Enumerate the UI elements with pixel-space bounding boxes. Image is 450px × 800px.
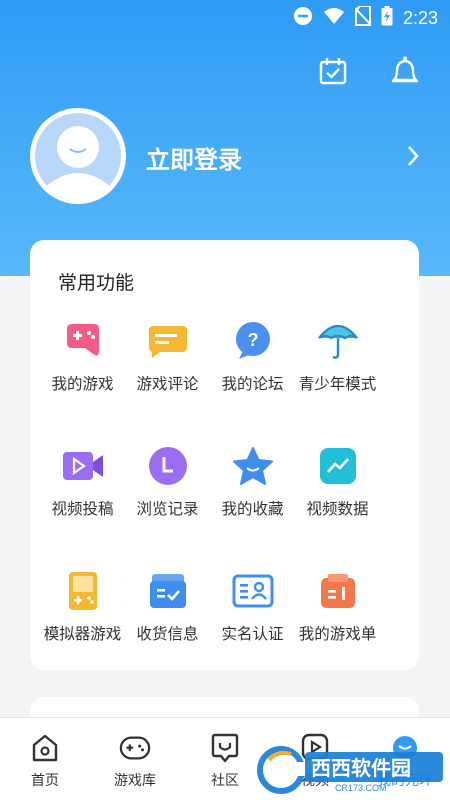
- feature-label: 模拟器游戏: [43, 625, 122, 643]
- feature-my-forum[interactable]: ? 我的论坛: [210, 314, 295, 439]
- clock-icon: [147, 445, 189, 487]
- tab-label: 社区: [211, 773, 239, 789]
- watermark-subtext: CR173.COM: [335, 783, 387, 793]
- game-library-icon: [119, 732, 151, 764]
- profile-login-row[interactable]: 立即登录: [30, 108, 430, 204]
- feature-teen-mode[interactable]: 青少年模式: [295, 314, 380, 439]
- feature-game-reviews[interactable]: 游戏评论: [125, 314, 210, 439]
- feature-label: 我的游戏单: [298, 625, 377, 643]
- umbrella-icon: [317, 320, 359, 362]
- feature-video-submit[interactable]: 视频投稿: [40, 439, 125, 564]
- comment-icon: [147, 320, 189, 362]
- do-not-disturb-icon: [293, 6, 313, 30]
- feature-label: 浏览记录: [136, 500, 199, 518]
- feature-label: 我的论坛: [221, 375, 284, 393]
- watermark-text: 西西软件园: [311, 756, 411, 780]
- feature-label: 游戏评论: [136, 375, 199, 393]
- tab-game-library[interactable]: 游戏库: [90, 718, 180, 800]
- feature-browse-history[interactable]: 浏览记录: [125, 439, 210, 564]
- tab-home[interactable]: 首页: [0, 718, 90, 800]
- feature-label: 我的游戏: [51, 375, 114, 393]
- calendar-checkin-button[interactable]: [316, 56, 350, 90]
- feature-label: 收货信息: [136, 625, 199, 643]
- bell-icon: [389, 55, 421, 91]
- calendar-check-icon: [318, 56, 348, 90]
- battery-charging-icon: [381, 6, 393, 30]
- login-label[interactable]: 立即登录: [146, 140, 242, 175]
- feature-my-favorites[interactable]: 我的收藏: [210, 439, 295, 564]
- chart-icon: [317, 445, 359, 487]
- feature-my-games[interactable]: 我的游戏: [40, 314, 125, 439]
- star-icon: [232, 445, 274, 487]
- feature-real-name-auth[interactable]: 实名认证: [210, 564, 295, 689]
- section-title: 常用功能: [58, 272, 135, 294]
- game-list-icon: [317, 570, 359, 612]
- wifi-icon: [323, 7, 345, 29]
- no-sim-icon: [354, 5, 372, 30]
- feature-shipping-info[interactable]: 收货信息: [125, 564, 210, 689]
- common-features-card: 常用功能 我的游戏 游戏评论 ? 我的论坛 青少年模式 视频投稿 浏览记录 我的…: [30, 240, 419, 670]
- feature-my-game-list[interactable]: 我的游戏单: [295, 564, 380, 689]
- community-icon: [209, 732, 241, 764]
- watermark-logo: 西西软件园 CR173.COM: [255, 744, 450, 794]
- chevron-right-icon: [406, 144, 420, 172]
- feature-label: 视频数据: [306, 500, 369, 518]
- feature-emulator-games[interactable]: 模拟器游戏: [40, 564, 125, 689]
- video-camera-icon: [62, 445, 104, 487]
- gameboy-icon: [62, 570, 104, 612]
- status-bar: 2:23: [0, 0, 450, 36]
- features-grid: 我的游戏 游戏评论 ? 我的论坛 青少年模式 视频投稿 浏览记录 我的收藏 视频…: [40, 314, 410, 689]
- home-icon: [29, 732, 61, 764]
- notifications-button[interactable]: [388, 56, 422, 90]
- question-bubble-icon: ?: [232, 320, 274, 362]
- avatar[interactable]: [30, 108, 126, 204]
- top-actions: [316, 56, 422, 90]
- feature-label: 青少年模式: [298, 375, 377, 393]
- tab-label: 首页: [31, 773, 59, 789]
- svg-text:?: ?: [247, 330, 258, 350]
- package-icon: [147, 570, 189, 612]
- status-time: 2:23: [402, 7, 438, 28]
- feature-label: 实名认证: [221, 625, 284, 643]
- feature-label: 视频投稿: [51, 500, 114, 518]
- id-card-icon: [232, 570, 274, 612]
- tab-label: 游戏库: [114, 773, 156, 789]
- gamepad-icon: [62, 320, 104, 362]
- feature-video-stats[interactable]: 视频数据: [295, 439, 380, 564]
- feature-label: 我的收藏: [221, 500, 284, 518]
